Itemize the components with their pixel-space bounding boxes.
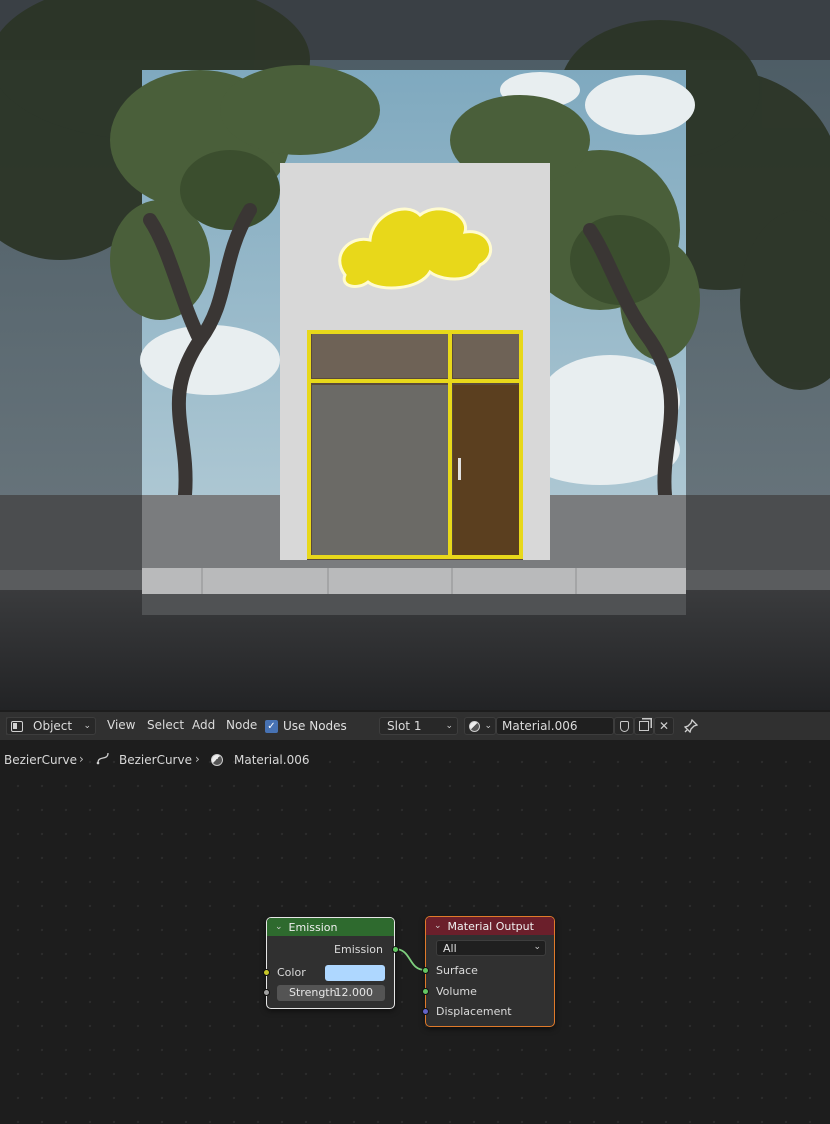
material-output-node-header[interactable]: ⌄ Material Output — [426, 917, 554, 935]
breadcrumb: BezierCurve › BezierCurve › Material.006 — [0, 750, 830, 770]
color-input-label: Color — [277, 966, 306, 979]
shield-icon — [619, 720, 629, 732]
strength-input-socket[interactable] — [263, 989, 270, 996]
surface-input-label: Surface — [436, 964, 478, 977]
material-output-node[interactable]: ⌄ Material Output All ⌄ Surface Volume D… — [425, 916, 555, 1027]
mode-label: Object — [33, 719, 73, 733]
menu-node[interactable]: Node — [226, 718, 257, 732]
node-links — [394, 948, 426, 971]
displacement-input-socket[interactable] — [422, 1008, 429, 1015]
emission-to-surface-link — [394, 948, 426, 971]
pin-button[interactable] — [682, 717, 700, 735]
displacement-input-label: Displacement — [436, 1005, 512, 1018]
chevron-right-icon: › — [79, 752, 84, 766]
chevron-down-icon: ⌄ — [83, 721, 91, 731]
material-browse-button[interactable]: ⌄ — [464, 717, 496, 735]
material-sphere-icon — [469, 720, 480, 732]
color-swatch[interactable] — [325, 965, 385, 981]
chevron-down-icon: ⌄ — [533, 942, 541, 952]
breadcrumb-material: Material.006 — [234, 753, 310, 767]
slot-dropdown[interactable]: Slot 1 ⌄ — [379, 717, 458, 735]
material-name-field[interactable]: Material.006 — [496, 717, 614, 735]
duplicate-icon — [639, 721, 649, 731]
material-name-value: Material.006 — [502, 719, 578, 733]
unlink-material-button[interactable]: ✕ — [654, 717, 674, 735]
breadcrumb-curve-data: BezierCurve — [119, 753, 192, 767]
emission-node-title: Emission — [288, 920, 338, 934]
color-input-socket[interactable] — [263, 969, 270, 976]
strength-label: Strength — [289, 986, 337, 999]
volume-input-label: Volume — [436, 985, 477, 998]
emission-node[interactable]: ⌄ Emission Emission Color Strength 12.00… — [266, 917, 395, 1009]
node-editor-canvas[interactable]: ⌄ Emission Emission Color Strength 12.00… — [0, 740, 830, 1124]
pin-icon — [684, 719, 698, 733]
material-sphere-icon — [211, 754, 223, 766]
camera-frame — [110, 65, 700, 615]
use-nodes-toggle[interactable]: ✓ Use Nodes — [265, 719, 347, 733]
close-icon: ✕ — [658, 719, 670, 733]
use-nodes-label: Use Nodes — [283, 719, 347, 733]
collapse-chevron-icon[interactable]: ⌄ — [275, 922, 283, 932]
collapse-chevron-icon[interactable]: ⌄ — [434, 921, 442, 931]
menu-add[interactable]: Add — [192, 718, 215, 732]
strength-field[interactable]: Strength 12.000 — [277, 985, 385, 1001]
chevron-down-icon: ⌄ — [445, 721, 453, 731]
render-viewport[interactable] — [0, 0, 830, 710]
render-image — [0, 0, 830, 710]
emission-output-label: Emission — [334, 943, 383, 956]
volume-input-socket[interactable] — [422, 988, 429, 995]
target-value: All — [443, 942, 457, 955]
slot-label: Slot 1 — [387, 719, 422, 733]
emission-output-socket[interactable] — [392, 946, 399, 953]
node-editor-header: Object ⌄ View Select Add Node ✓ Use Node… — [0, 712, 830, 740]
chevron-down-icon: ⌄ — [484, 721, 492, 731]
checkbox-checked-icon[interactable]: ✓ — [265, 719, 278, 733]
fake-user-button[interactable] — [614, 717, 634, 735]
surface-input-socket[interactable] — [422, 967, 429, 974]
strength-value: 12.000 — [334, 986, 374, 999]
curve-icon — [96, 751, 110, 768]
node-editor-icon — [11, 720, 23, 732]
new-material-button[interactable] — [634, 717, 654, 735]
breadcrumb-object: BezierCurve — [4, 753, 77, 767]
target-dropdown[interactable]: All ⌄ — [436, 940, 546, 956]
chevron-right-icon: › — [195, 752, 200, 766]
material-output-node-title: Material Output — [447, 919, 534, 933]
mode-dropdown[interactable]: Object ⌄ — [6, 717, 96, 735]
emission-node-header[interactable]: ⌄ Emission — [267, 918, 394, 936]
menu-select[interactable]: Select — [147, 718, 184, 732]
menu-view[interactable]: View — [107, 718, 135, 732]
